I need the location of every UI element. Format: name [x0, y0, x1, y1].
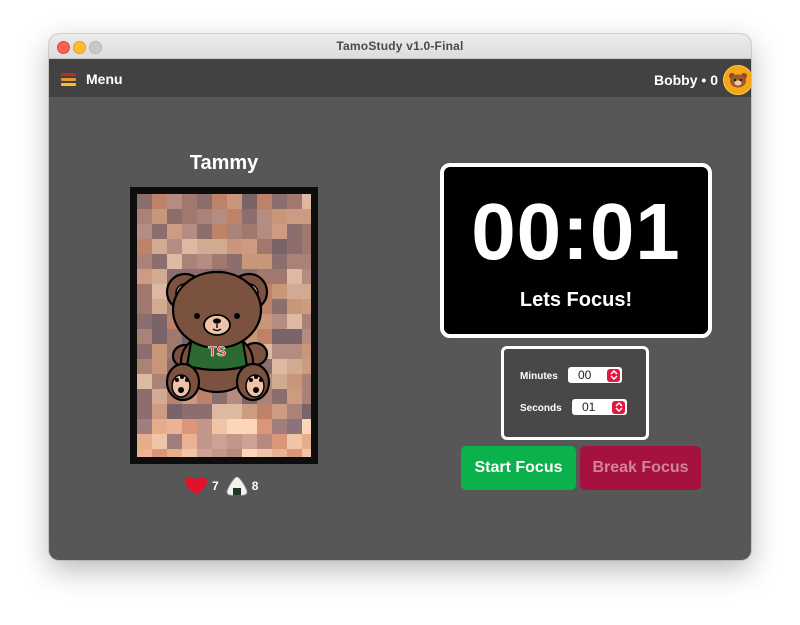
start-focus-button[interactable]: Start Focus [461, 446, 576, 490]
timer-settings: Minutes 00 Seconds 01 [501, 346, 649, 440]
timer-display: 00:01 Lets Focus! [440, 163, 712, 338]
break-focus-button[interactable]: Break Focus [580, 446, 701, 490]
pet-display-frame: TS [130, 187, 318, 464]
minutes-value: 00 [578, 368, 592, 382]
window-title: TamoStudy v1.0-Final [336, 39, 464, 53]
seconds-stepper[interactable]: 01 [572, 399, 627, 415]
minutes-stepper-arrows-icon[interactable] [607, 368, 620, 382]
minutes-label: Minutes [520, 371, 558, 382]
hamburger-icon [61, 72, 76, 86]
hearts-count: 7 [212, 479, 219, 493]
bear-pet-icon: TS [165, 270, 271, 402]
seconds-stepper-arrows-icon[interactable] [612, 400, 625, 414]
bear-avatar-icon[interactable] [723, 65, 751, 95]
food-count: 8 [251, 479, 259, 493]
user-info: Bobby • 0 [654, 65, 751, 95]
top-bar: Menu Bobby • 0 [49, 59, 751, 97]
rice-ball-icon [226, 476, 248, 496]
pet-stats: 7 8 [184, 476, 258, 496]
shirt-logo: TS [208, 343, 226, 359]
heart-icon [185, 476, 207, 495]
pet-background: TS [137, 194, 311, 457]
title-bar: TamoStudy v1.0-Final [49, 34, 751, 59]
seconds-value: 01 [582, 400, 596, 414]
seconds-label: Seconds [520, 403, 562, 414]
menu-button[interactable]: Menu [61, 69, 123, 89]
menu-label: Menu [86, 71, 123, 87]
app-window: TamoStudy v1.0-Final Menu Bobby • 0 Tamm… [49, 34, 751, 560]
timer-message: Lets Focus! [519, 289, 633, 311]
pet-name: Tammy [189, 152, 259, 174]
user-name-coins: Bobby • 0 [653, 72, 718, 88]
timer-digits: 00:01 [471, 187, 681, 276]
minutes-stepper[interactable]: 00 [568, 367, 622, 383]
